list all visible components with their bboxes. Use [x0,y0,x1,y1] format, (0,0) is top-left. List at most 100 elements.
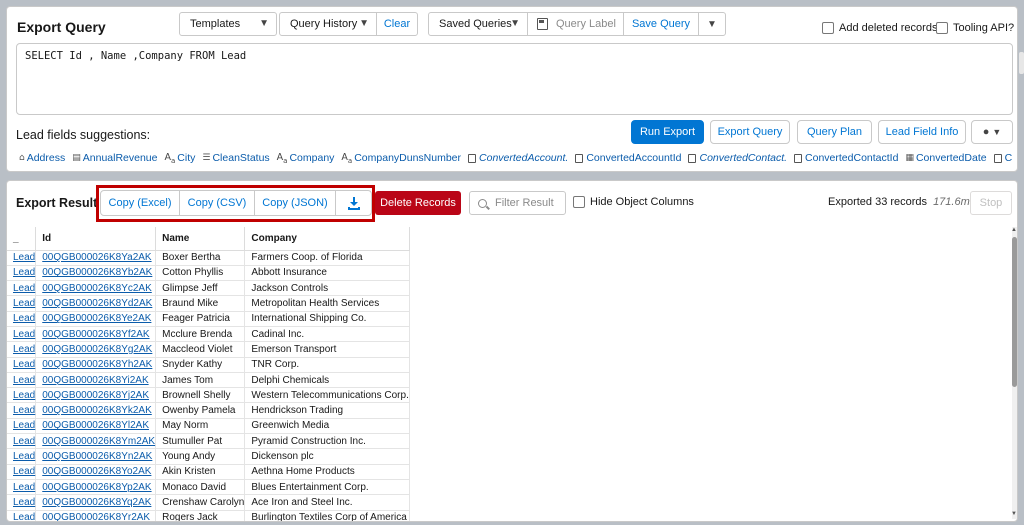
table-cell[interactable]: 00QGB000026K8Ym2AK [35,433,157,450]
table-cell[interactable]: 00QGB000026K8Yi2AK [35,372,157,389]
object-link[interactable]: Lead [13,466,35,477]
scrollbar-thumb[interactable] [1012,237,1017,387]
object-link[interactable]: Lead [13,359,35,370]
table-cell[interactable]: Lead [7,295,37,312]
record-id-link[interactable]: 00QGB000026K8Ye2AK [42,313,151,324]
table-cell[interactable]: Lead [7,311,37,327]
query-history-select[interactable]: Query History ▼ [279,12,377,36]
filter-result-input[interactable]: Filter Result [469,191,566,215]
record-id-link[interactable]: 00QGB000026K8Yh2AK [42,359,152,370]
record-id-link[interactable]: 00QGB000026K8Ym2AK [42,436,155,447]
field-suggestion[interactable]: Aa CompanyDunsNumber [341,152,461,165]
object-link[interactable]: Lead [13,313,35,324]
table-cell[interactable]: 00QGB000026K8Yl2AK [35,418,157,435]
table-cell[interactable]: 00QGB000026K8Yg2AK [35,341,157,358]
record-id-link[interactable]: 00QGB000026K8Yb2AK [42,267,152,278]
checkbox-box[interactable] [936,22,948,34]
object-link[interactable]: Lead [13,283,35,294]
table-cell[interactable]: 00QGB000026K8Ya2AK [35,250,157,266]
query-text[interactable]: SELECT Id , Name ,Company FROM Lead [25,50,246,62]
object-link[interactable]: Lead [13,267,35,278]
table-cell[interactable]: 00QGB000026K8Yj2AK [35,387,157,404]
page-scrollbar-edge[interactable] [1019,52,1024,74]
object-link[interactable]: Lead [13,482,35,493]
record-id-link[interactable]: 00QGB000026K8Yl2AK [42,420,149,431]
record-id-link[interactable]: 00QGB000026K8Yr2AK [42,512,150,521]
record-id-link[interactable]: 00QGB000026K8Yc2AK [42,283,152,294]
table-cell[interactable]: 00QGB000026K8Yd2AK [35,295,157,312]
table-cell[interactable]: Lead [7,387,37,404]
object-link[interactable]: Lead [13,497,35,508]
query-label-input[interactable]: Query Label [527,12,624,36]
field-suggestion[interactable]: ☰ CleanStatus [202,152,269,164]
record-id-link[interactable]: 00QGB000026K8Yj2AK [42,390,149,401]
record-id-link[interactable]: 00QGB000026K8Yk2AK [42,405,152,416]
record-id-link[interactable]: 00QGB000026K8Yd2AK [42,298,152,309]
saved-queries-select[interactable]: Saved Queries ▼ [428,12,528,36]
object-link[interactable]: Lead [13,252,35,263]
clear-history-button[interactable]: Clear [376,12,418,36]
table-cell[interactable]: Lead [7,280,37,297]
hide-object-columns-checkbox[interactable]: Hide Object Columns [573,196,694,208]
record-id-link[interactable]: 00QGB000026K8Yo2AK [42,466,151,477]
table-cell[interactable]: Lead [7,494,37,511]
tooling-api-checkbox[interactable]: Tooling API? [936,22,1014,34]
table-cell[interactable]: 00QGB000026K8Yk2AK [35,402,157,419]
scroll-down-arrow[interactable]: ▼ [1011,511,1017,517]
table-cell[interactable]: Lead [7,250,37,266]
object-link[interactable]: Lead [13,329,35,340]
object-link[interactable]: Lead [13,298,35,309]
record-id-link[interactable]: 00QGB000026K8Yf2AK [42,329,149,340]
column-header[interactable]: Id [35,227,157,251]
table-cell[interactable]: Lead [7,372,37,389]
stop-button[interactable]: Stop [970,191,1012,215]
query-editor[interactable]: SELECT Id , Name ,Company FROM Lead [16,43,1013,115]
table-cell[interactable]: Lead [7,433,37,450]
table-cell[interactable]: Lead [7,510,37,521]
lead-field-info-button[interactable]: Lead Field Info [878,120,966,144]
results-scrollbar[interactable] [1012,227,1017,519]
field-suggestion[interactable]: ▦ ConvertedDate [905,152,986,164]
object-link[interactable]: Lead [13,512,35,521]
record-id-link[interactable]: 00QGB000026K8Yq2AK [42,497,151,508]
more-options-button[interactable]: ▼ [698,12,726,36]
record-id-link[interactable]: 00QGB000026K8Yg2AK [42,344,152,355]
templates-select[interactable]: Templates ▼ [179,12,277,36]
table-cell[interactable]: Lead [7,341,37,358]
query-plan-button[interactable]: Query Plan [797,120,872,144]
object-link[interactable]: Lead [13,344,35,355]
save-query-button[interactable]: Save Query [623,12,699,36]
table-cell[interactable]: Lead [7,448,37,465]
object-link[interactable]: Lead [13,390,35,401]
record-id-link[interactable]: 00QGB000026K8Ya2AK [42,252,151,263]
table-cell[interactable]: 00QGB000026K8Yn2AK [35,448,157,465]
table-cell[interactable]: 00QGB000026K8Yf2AK [35,326,157,343]
column-header[interactable]: Name [155,227,246,251]
table-cell[interactable]: 00QGB000026K8Yb2AK [35,265,157,282]
field-suggestion[interactable]: ConvertedContactId [794,152,898,164]
object-link[interactable]: Lead [13,405,35,416]
field-suggestion[interactable]: C [993,152,1012,164]
object-link[interactable]: Lead [13,375,35,386]
suggestion-options-button[interactable]: ● ▼ [971,120,1013,144]
table-cell[interactable]: 00QGB000026K8Ye2AK [35,311,157,327]
column-header[interactable]: _ [7,227,37,251]
add-deleted-checkbox[interactable]: Add deleted records? [822,22,944,34]
table-cell[interactable]: 00QGB000026K8Yc2AK [35,280,157,297]
delete-records-button[interactable]: Delete Records [375,191,461,215]
table-cell[interactable]: Lead [7,326,37,343]
field-suggestion[interactable]: ⌂ Address [19,152,65,164]
field-suggestion[interactable]: ConvertedAccountId [575,152,681,164]
table-cell[interactable]: 00QGB000026K8Yp2AK [35,479,157,496]
table-cell[interactable]: Lead [7,464,37,480]
record-id-link[interactable]: 00QGB000026K8Yi2AK [42,375,148,386]
object-link[interactable]: Lead [13,451,35,462]
table-cell[interactable]: Lead [7,265,37,282]
checkbox-box[interactable] [822,22,834,34]
table-cell[interactable]: Lead [7,402,37,419]
run-export-button[interactable]: Run Export [631,120,704,144]
field-suggestion[interactable]: ConvertedContact. [688,152,787,164]
field-suggestion[interactable]: Aa Company [277,152,335,165]
object-link[interactable]: Lead [13,420,35,431]
table-cell[interactable]: Lead [7,479,37,496]
